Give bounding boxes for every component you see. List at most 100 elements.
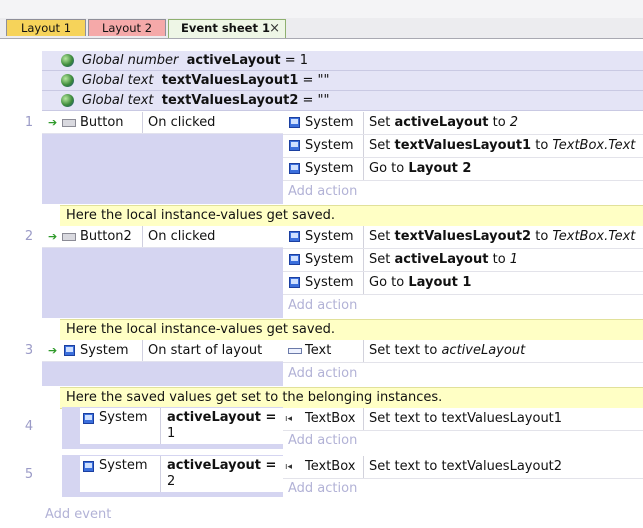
column-divider xyxy=(160,408,161,444)
system-icon xyxy=(289,254,300,265)
global-kind: Global text xyxy=(82,93,154,108)
condition-object: System xyxy=(99,410,148,425)
condition-row[interactable]: System activeLayout = 1 xyxy=(80,408,283,444)
add-action-link[interactable]: Add action xyxy=(288,366,357,381)
condition-object: Button xyxy=(80,115,124,130)
system-icon xyxy=(83,461,94,472)
action-text: Set text to textValuesLayout1 xyxy=(369,411,563,426)
condition-value: 2 xyxy=(167,474,176,489)
condition-text: On start of layout xyxy=(148,343,263,358)
column-divider xyxy=(142,340,143,361)
action-row[interactable]: System Set textValuesLayout2 to TextBox.… xyxy=(283,226,643,249)
tab-label: Layout 2 xyxy=(101,21,153,35)
action-object: Text xyxy=(305,343,332,358)
globe-icon xyxy=(61,54,74,67)
column-divider xyxy=(363,135,364,157)
button-object-icon xyxy=(62,119,76,127)
column-divider xyxy=(363,408,364,430)
add-action-link[interactable]: Add action xyxy=(288,433,357,448)
action-text: Set text to activeLayout xyxy=(369,343,526,358)
condition-object: System xyxy=(80,343,129,358)
action-row[interactable]: ı◂ TextBox Set text to textValuesLayout2 xyxy=(283,456,643,479)
action-text: Go to Layout 2 xyxy=(369,161,472,176)
global-variable-row[interactable]: Global text textValuesLayout1 = "" xyxy=(42,71,643,91)
action-text: Go to Layout 1 xyxy=(369,275,472,290)
comment-row[interactable]: Here the saved values get set to the bel… xyxy=(60,387,643,409)
system-icon xyxy=(289,231,300,242)
event-number: 2 xyxy=(24,229,34,244)
action-object: System xyxy=(305,138,354,153)
action-row[interactable]: System Go to Layout 2 xyxy=(283,158,643,181)
column-divider xyxy=(142,226,143,247)
global-value: = "" xyxy=(298,93,330,108)
column-divider xyxy=(363,112,364,134)
trigger-arrow-icon: ➔ xyxy=(48,344,58,357)
condition-row[interactable]: ➔ System On start of layout xyxy=(42,340,283,362)
column-divider xyxy=(363,158,364,180)
add-action-link[interactable]: Add action xyxy=(288,481,357,496)
condition-value: 1 xyxy=(167,426,176,441)
column-divider xyxy=(363,226,364,248)
action-text: Set activeLayout to 2 xyxy=(369,115,519,130)
condition-variable: activeLayout = xyxy=(167,458,277,473)
textbox-object-icon: ı◂ xyxy=(285,414,293,424)
event-sheet: Global number activeLayout = 1 Global te… xyxy=(0,39,643,528)
action-row[interactable]: Text Set text to activeLayout xyxy=(283,340,643,363)
condition-row[interactable]: System activeLayout = 2 xyxy=(80,456,283,492)
column-divider xyxy=(142,112,143,133)
textbox-object-icon: ı◂ xyxy=(285,462,293,472)
column-divider xyxy=(160,456,161,492)
action-text: Set textValuesLayout1 to TextBox.Text xyxy=(369,138,636,153)
condition-text: On clicked xyxy=(148,115,216,130)
tab-layout-2[interactable]: Layout 2 xyxy=(88,19,166,36)
button-object-icon xyxy=(62,233,76,241)
global-name: textValuesLayout1 xyxy=(161,73,299,88)
event-number: 4 xyxy=(24,419,34,434)
action-object: TextBox xyxy=(305,411,356,426)
global-variable-row[interactable]: Global number activeLayout = 1 xyxy=(42,51,643,71)
tab-label: Event sheet 1 xyxy=(181,21,270,35)
global-name: textValuesLayout2 xyxy=(161,93,299,108)
tab-layout-1[interactable]: Layout 1 xyxy=(6,19,86,36)
condition-row[interactable]: ➔ Button On clicked xyxy=(42,112,283,134)
global-kind: Global text xyxy=(82,73,154,88)
condition-variable: activeLayout = xyxy=(167,410,277,425)
system-icon xyxy=(289,117,300,128)
tab-label: Layout 1 xyxy=(20,21,72,35)
action-object: System xyxy=(305,115,354,130)
comment-row[interactable]: Here the local instance-values get saved… xyxy=(60,205,643,227)
add-action-link[interactable]: Add action xyxy=(288,184,357,199)
action-row[interactable]: System Set activeLayout to 2 xyxy=(283,112,643,135)
condition-row[interactable]: ➔ Button2 On clicked xyxy=(42,226,283,248)
action-row[interactable]: System Set textValuesLayout1 to TextBox.… xyxy=(283,135,643,158)
tab-event-sheet-1[interactable]: Event sheet 1 × xyxy=(168,19,286,38)
event-number: 1 xyxy=(24,115,34,130)
global-value: = "" xyxy=(298,73,330,88)
action-row[interactable]: System Go to Layout 1 xyxy=(283,272,643,295)
action-object: TextBox xyxy=(305,459,356,474)
tab-bar: Layout 1 Layout 2 Event sheet 1 × xyxy=(0,18,643,39)
column-divider xyxy=(363,249,364,271)
condition-text: On clicked xyxy=(148,229,216,244)
action-row[interactable]: System Set activeLayout to 1 xyxy=(283,249,643,272)
column-divider xyxy=(363,272,364,294)
global-name: activeLayout xyxy=(186,53,281,68)
globe-icon xyxy=(61,74,74,87)
action-object: System xyxy=(305,252,354,267)
window-top-strip xyxy=(0,0,643,19)
action-row[interactable]: ı◂ TextBox Set text to textValuesLayout1 xyxy=(283,408,643,431)
action-text: Set text to textValuesLayout2 xyxy=(369,459,563,474)
global-value: = 1 xyxy=(280,53,309,68)
text-object-icon xyxy=(288,348,302,354)
column-divider xyxy=(363,456,364,478)
system-icon xyxy=(83,413,94,424)
globe-icon xyxy=(61,94,74,107)
add-action-link[interactable]: Add action xyxy=(288,298,357,313)
system-icon xyxy=(64,345,75,356)
close-tab-icon[interactable]: × xyxy=(269,20,280,37)
global-variable-row[interactable]: Global text textValuesLayout2 = "" xyxy=(42,91,643,111)
add-event-link[interactable]: Add event xyxy=(45,507,111,522)
action-text: Set activeLayout to 1 xyxy=(369,252,519,267)
system-icon xyxy=(289,277,300,288)
comment-row[interactable]: Here the local instance-values get saved… xyxy=(60,319,643,341)
